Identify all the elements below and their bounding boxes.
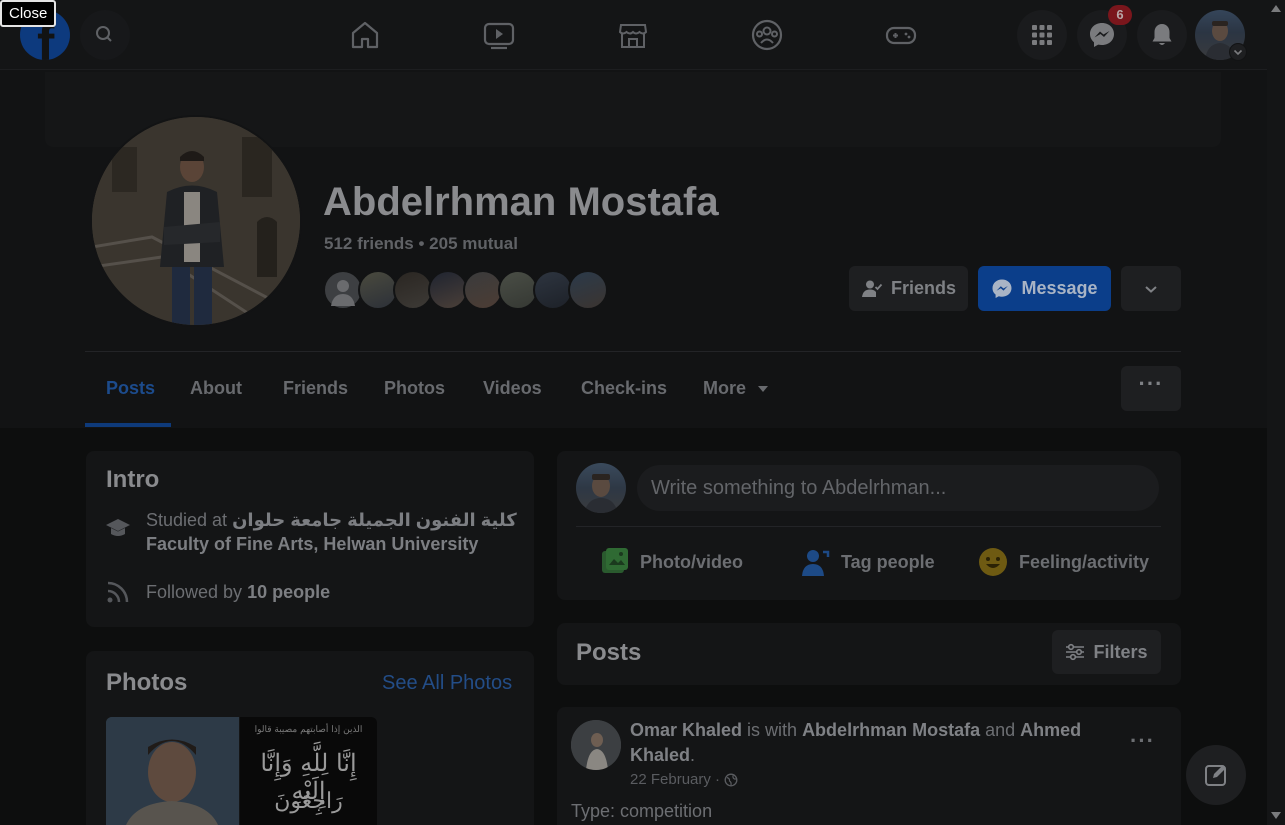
- profile-more-button[interactable]: [1121, 266, 1181, 311]
- posts-title: Posts: [576, 639, 642, 666]
- friends-button[interactable]: Friends: [849, 266, 968, 311]
- menu-button[interactable]: [1017, 10, 1067, 60]
- photo-video-button[interactable]: Photo/video: [600, 546, 743, 578]
- tab-friends[interactable]: Friends: [283, 378, 348, 399]
- tab-check-ins[interactable]: Check-ins: [581, 378, 667, 399]
- see-all-photos-link[interactable]: See All Photos: [382, 672, 512, 695]
- tab-more[interactable]: More: [703, 378, 746, 399]
- friend-avatar[interactable]: [358, 270, 398, 310]
- intro-followed-by: Followed by 10 people: [146, 582, 331, 602]
- rss-followers-icon: [107, 581, 129, 603]
- scroll-down-arrow[interactable]: [1271, 812, 1281, 819]
- graduation-cap-icon: [106, 519, 130, 536]
- default-person-icon: [331, 280, 355, 306]
- scroll-up-arrow[interactable]: [1271, 5, 1281, 12]
- chevron-down-icon: [1233, 49, 1243, 56]
- post-tagged-person[interactable]: Abdelrhman Mostafa: [802, 720, 980, 740]
- friend-avatar[interactable]: [393, 270, 433, 310]
- post-body: Type: competition: [571, 801, 713, 821]
- composer-avatar[interactable]: [576, 463, 626, 513]
- tab-videos[interactable]: Videos: [483, 378, 542, 399]
- messenger-icon: [992, 279, 1012, 298]
- top-navigation-bar: f 6: [0, 0, 1267, 70]
- chevron-down-icon: [1145, 285, 1157, 293]
- tabs-more-options-button[interactable]: ···: [1121, 366, 1181, 411]
- composer-input[interactable]: Write something to Abdelrhman...: [637, 465, 1159, 511]
- vertical-scrollbar[interactable]: [1267, 0, 1285, 825]
- groups-icon[interactable]: [749, 17, 785, 53]
- feeling-activity-button[interactable]: Feeling/activity: [977, 546, 1149, 578]
- friend-avatar[interactable]: [568, 270, 608, 310]
- friend-avatar[interactable]: [323, 270, 363, 310]
- message-button[interactable]: Message: [978, 266, 1111, 311]
- profile-picture-image: [92, 117, 300, 325]
- photo-thumbnail[interactable]: [106, 717, 239, 825]
- tag-people-button[interactable]: Tag people: [801, 546, 935, 578]
- friend-avatar[interactable]: [498, 270, 538, 310]
- search-icon: [96, 26, 112, 42]
- intro-title: Intro: [106, 466, 160, 493]
- tab-posts[interactable]: Posts: [106, 378, 155, 399]
- filters-button[interactable]: Filters: [1052, 630, 1161, 674]
- gaming-icon[interactable]: [883, 17, 919, 53]
- friend-avatar[interactable]: [533, 270, 573, 310]
- account-dropdown-chevron[interactable]: [1229, 43, 1247, 61]
- smiley-icon: [979, 548, 1007, 576]
- friends-check-icon: [861, 280, 883, 297]
- post-author-name[interactable]: Omar Khaled: [630, 720, 742, 740]
- photos-title: Photos: [106, 669, 188, 696]
- active-tab-indicator: [85, 423, 171, 427]
- tab-about[interactable]: About: [190, 378, 242, 399]
- search-button[interactable]: [80, 10, 130, 60]
- tab-photos[interactable]: Photos: [384, 378, 445, 399]
- marketplace-icon[interactable]: [615, 17, 651, 53]
- post-author-avatar[interactable]: [571, 720, 621, 770]
- post-options-button[interactable]: ···: [1130, 728, 1155, 754]
- photo-thumbnail[interactable]: الذين إذا أصابتهم مصيبة قالوا إِنَّا لِل…: [240, 717, 377, 825]
- compose-icon: [1205, 765, 1226, 786]
- watch-icon[interactable]: [481, 17, 517, 53]
- post-header: Omar Khaled is with Abdelrhman Mostafa a…: [630, 720, 1082, 765]
- profile-picture[interactable]: [90, 115, 302, 327]
- composer-divider: [576, 526, 1161, 527]
- composer-avatar-image: [584, 474, 618, 513]
- profile-name: Abdelrhman Mostafa: [323, 180, 719, 224]
- friend-avatar[interactable]: [428, 270, 468, 310]
- new-message-button[interactable]: [1186, 745, 1246, 805]
- post-author-avatar-image: [571, 720, 621, 770]
- close-button[interactable]: Close: [0, 0, 57, 27]
- bell-icon: [1152, 24, 1172, 45]
- grid-menu-icon: [1032, 25, 1052, 45]
- notifications-button[interactable]: [1137, 10, 1187, 60]
- globe-icon: [724, 773, 738, 786]
- post-date: 22 February ·: [630, 771, 738, 788]
- friend-avatar[interactable]: [463, 270, 503, 310]
- tag-people-icon: [802, 550, 830, 576]
- home-icon[interactable]: [347, 17, 383, 53]
- photo-icon: [602, 548, 628, 573]
- photo-thumbnail-image: [106, 717, 239, 825]
- header-divider: [85, 351, 1181, 352]
- messenger-badge: 6: [1108, 5, 1132, 25]
- friends-count[interactable]: 512 friends • 205 mutual: [324, 234, 518, 254]
- intro-studied: Studied at كلية الفنون الجميلة جامعة حلو…: [146, 510, 517, 554]
- caret-down-icon: [758, 386, 768, 392]
- filters-icon: [1066, 643, 1085, 661]
